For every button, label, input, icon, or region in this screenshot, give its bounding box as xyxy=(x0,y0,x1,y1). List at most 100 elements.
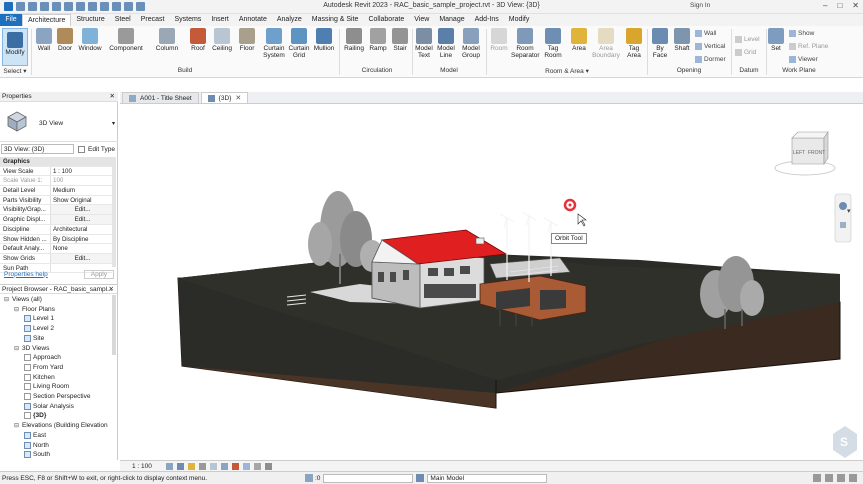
show-work-plane-button[interactable]: Show xyxy=(789,30,814,37)
tab-add-ins[interactable]: Add-Ins xyxy=(470,14,504,26)
view-scale[interactable]: 1 : 100 xyxy=(120,463,152,470)
property-row[interactable]: Visibility/Grap... Edit... xyxy=(0,205,112,216)
property-row[interactable]: Discipline Architectural xyxy=(0,224,112,235)
roof-button[interactable]: Roof xyxy=(188,28,208,52)
tag-area-button[interactable]: Tag Area xyxy=(623,28,645,59)
browser-node[interactable]: East xyxy=(24,431,46,439)
property-edit-button[interactable]: Edit... xyxy=(50,215,112,224)
close-button[interactable]: ✕ xyxy=(852,1,859,10)
browser-node[interactable]: Kitchen xyxy=(24,373,55,381)
select-dropdown[interactable]: Select ▾ xyxy=(2,67,28,75)
tab-3d-view[interactable]: {3D} ✕ xyxy=(200,92,249,103)
browser-node[interactable]: Level 2 xyxy=(24,325,54,333)
tab-collaborate[interactable]: Collaborate xyxy=(363,14,409,26)
model-group-button[interactable]: Model Group xyxy=(460,28,482,59)
properties-help-link[interactable]: Properties help xyxy=(4,271,48,278)
curtain-system-button[interactable]: Curtain System xyxy=(261,28,287,59)
by-face-button[interactable]: By Face xyxy=(650,28,670,59)
window-button[interactable]: Window xyxy=(77,28,103,52)
worksets-icon[interactable] xyxy=(305,474,313,482)
chevron-down-icon[interactable]: ▾ xyxy=(847,207,851,215)
expand-toggle-icon[interactable]: ⊟ xyxy=(14,345,20,352)
model-line-button[interactable]: Model Line xyxy=(436,28,456,59)
filter-icon[interactable] xyxy=(849,474,857,482)
analysis-display-icon[interactable] xyxy=(264,462,272,470)
workset-dropdown[interactable] xyxy=(323,473,414,483)
expand-toggle-icon[interactable]: ⊟ xyxy=(14,306,20,313)
3d-viewport[interactable]: S LEFT FRONT ▾ xyxy=(120,104,863,460)
property-edit-button[interactable]: Edit... xyxy=(50,253,112,263)
component-button[interactable]: Component xyxy=(108,28,144,52)
tab-modify[interactable]: Modify xyxy=(504,14,535,26)
maximize-button[interactable]: □ xyxy=(837,1,842,10)
tab-precast[interactable]: Precast xyxy=(136,14,170,26)
tab-analyze[interactable]: Analyze xyxy=(272,14,307,26)
model-text-button[interactable]: Model Text xyxy=(414,28,434,59)
viewer-button[interactable]: Viewer xyxy=(789,56,818,63)
browser-node[interactable]: ⊟ 3D Views xyxy=(14,345,49,352)
reveal-hidden-icon[interactable] xyxy=(253,462,261,470)
property-row[interactable]: Scale Value 1: 100 xyxy=(0,176,112,187)
select-underlay-icon[interactable] xyxy=(825,474,833,482)
browser-node[interactable]: ⊟ Floor Plans xyxy=(14,306,55,313)
room-area-group-label[interactable]: Room & Area ▾ xyxy=(489,67,645,75)
room-separator-button[interactable]: Room Separator xyxy=(511,28,540,59)
tab-view[interactable]: View xyxy=(409,14,434,26)
property-edit-button[interactable]: Edit... xyxy=(50,205,112,215)
column-button[interactable]: Column xyxy=(154,28,180,52)
browser-node[interactable]: Living Room xyxy=(24,383,69,391)
floor-button[interactable]: Floor xyxy=(237,28,257,52)
wall-opening-button[interactable]: Wall xyxy=(695,30,716,37)
room-button[interactable]: Room xyxy=(489,28,509,52)
browser-node[interactable]: ⊟ Elevations (Building Elevation xyxy=(14,422,108,429)
lock-view-icon[interactable] xyxy=(231,462,239,470)
crop-view-icon[interactable] xyxy=(220,462,228,470)
tab-manage[interactable]: Manage xyxy=(434,14,469,26)
design-options-icon[interactable] xyxy=(416,474,425,482)
tab-structure[interactable]: Structure xyxy=(71,14,109,26)
viewcube-front-face[interactable]: FRONT xyxy=(808,150,825,156)
browser-node[interactable]: Section Perspective xyxy=(24,393,90,400)
select-pinned-icon[interactable] xyxy=(837,474,845,482)
select-links-icon[interactable] xyxy=(813,474,821,482)
tab-file[interactable]: File xyxy=(0,14,22,26)
shadows-icon[interactable] xyxy=(198,462,206,470)
wall-button[interactable]: Wall xyxy=(35,28,53,52)
door-button[interactable]: Door xyxy=(56,28,74,52)
browser-node[interactable]: Approach xyxy=(24,354,61,362)
expand-toggle-icon[interactable]: ⊟ xyxy=(4,296,10,303)
property-row[interactable]: Graphic Displ... Edit... xyxy=(0,215,112,225)
railing-button[interactable]: Railing xyxy=(343,28,365,52)
ceiling-button[interactable]: Ceiling xyxy=(210,28,234,52)
tab-massing-site[interactable]: Massing & Site xyxy=(307,14,364,26)
tab-annotate[interactable]: Annotate xyxy=(234,14,272,26)
expand-toggle-icon[interactable]: ⊟ xyxy=(14,422,20,429)
vertical-opening-button[interactable]: Vertical xyxy=(695,43,725,50)
ramp-button[interactable]: Ramp xyxy=(368,28,388,52)
browser-node[interactable]: Solar Analysis xyxy=(24,402,74,410)
detail-level-icon[interactable] xyxy=(165,462,173,470)
property-row[interactable]: Graphics xyxy=(0,157,112,167)
tag-room-button[interactable]: Tag Room xyxy=(542,28,564,59)
tab-steel[interactable]: Steel xyxy=(110,14,136,26)
grid-button[interactable]: Grid xyxy=(735,49,756,56)
minimize-button[interactable]: – xyxy=(823,1,827,10)
modify-button[interactable]: Modify xyxy=(2,28,28,66)
view-instance-selector[interactable]: 3D View: {3D} xyxy=(1,144,75,154)
property-row[interactable]: Show Grids Edit... xyxy=(0,253,112,264)
render-icon[interactable] xyxy=(209,462,217,470)
tab-systems[interactable]: Systems xyxy=(169,14,206,26)
property-row[interactable]: Parts Visibility Show Original xyxy=(0,195,112,206)
sign-in-link[interactable]: Sign In xyxy=(690,2,710,9)
type-selector[interactable]: 3D View ▾ xyxy=(0,102,118,142)
tab-insert[interactable]: Insert xyxy=(206,14,234,26)
browser-scrollbar[interactable] xyxy=(112,295,116,355)
tab-architecture[interactable]: Architecture xyxy=(22,14,72,26)
main-model-dropdown[interactable]: Main Model xyxy=(427,473,548,483)
browser-node[interactable]: Level 1 xyxy=(24,315,54,323)
shaft-button[interactable]: Shaft xyxy=(672,28,692,52)
visual-style-icon[interactable] xyxy=(176,462,184,470)
browser-node[interactable]: North xyxy=(24,441,49,449)
edit-type-button[interactable]: Edit Type xyxy=(88,146,115,153)
close-icon[interactable]: ✕ xyxy=(109,285,114,294)
